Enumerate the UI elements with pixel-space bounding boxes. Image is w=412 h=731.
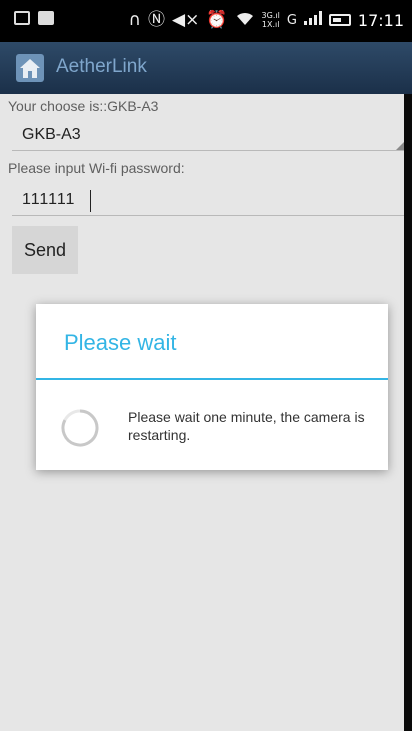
signal-bars-icon xyxy=(303,11,322,29)
password-value: 111111 xyxy=(22,191,76,208)
signal-1x-label: 1X.ıl xyxy=(261,20,280,29)
notification-icon xyxy=(14,11,30,25)
home-app-icon[interactable] xyxy=(16,54,44,82)
dialog-title: Please wait xyxy=(64,330,177,355)
dialog-message: Please wait one minute, the camera is re… xyxy=(128,409,365,443)
right-edge xyxy=(404,94,412,731)
send-button[interactable]: Send xyxy=(12,226,78,274)
alarm-icon: ⏰ xyxy=(206,10,228,30)
app-title: AetherLink xyxy=(56,56,147,77)
loading-spinner-icon xyxy=(60,408,100,448)
wifi-icon xyxy=(235,10,255,30)
signal-3g-icon: 3G.ıl 1X.ıl xyxy=(262,11,280,29)
battery-icon xyxy=(328,14,351,26)
spinner-underline xyxy=(12,150,408,151)
status-time: 17:11 xyxy=(357,10,404,30)
password-input[interactable]: 111111 xyxy=(12,186,408,216)
signal-g-icon: G xyxy=(286,12,297,28)
nfc-icon: Ⓝ xyxy=(148,10,166,30)
device-spinner-value: GKB-A3 xyxy=(22,126,81,143)
status-left xyxy=(14,11,54,25)
text-cursor xyxy=(90,190,91,212)
left-edge xyxy=(0,94,8,731)
choose-label: Your choose is::GKB-A3 xyxy=(8,98,159,114)
headset-icon: ∩ xyxy=(128,10,142,30)
status-bar: ∩ Ⓝ ◀× ⏰ 3G.ıl 1X.ıl G 17:11 xyxy=(0,0,412,42)
device-spinner[interactable]: GKB-A3 xyxy=(20,122,400,152)
action-bar: AetherLink xyxy=(0,42,412,94)
message-icon xyxy=(38,11,54,25)
dialog-divider xyxy=(36,378,388,380)
password-label: Please input Wi-fi password: xyxy=(8,160,185,176)
status-right: ∩ Ⓝ ◀× ⏰ 3G.ıl 1X.ıl G 17:11 xyxy=(129,10,404,30)
mute-icon: ◀× xyxy=(172,10,200,30)
progress-dialog: Please wait Please wait one minute, the … xyxy=(36,304,388,470)
signal-3g-label: 3G.ıl xyxy=(261,11,280,20)
